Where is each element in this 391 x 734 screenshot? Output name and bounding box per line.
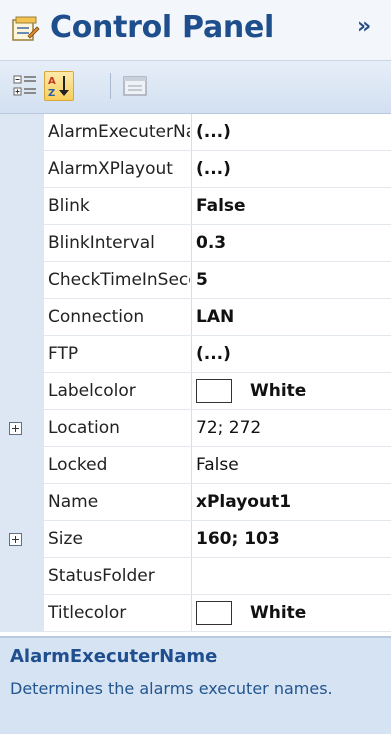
row-gutter: [0, 373, 44, 410]
property-row[interactable]: Labelcolor White: [0, 373, 391, 410]
property-value[interactable]: 72; 272: [196, 410, 391, 446]
property-pages-button[interactable]: [120, 71, 150, 101]
column-divider[interactable]: [191, 151, 192, 188]
title-bar: Control Panel »: [0, 0, 391, 61]
categorized-icon: [13, 75, 36, 96]
column-divider[interactable]: [191, 521, 192, 558]
row-gutter: [0, 595, 44, 632]
color-swatch: [196, 601, 232, 625]
property-value[interactable]: (...): [196, 151, 391, 187]
property-value[interactable]: 160; 103: [196, 521, 391, 557]
property-name: Labelcolor: [48, 381, 136, 401]
column-divider[interactable]: [191, 447, 192, 484]
property-row[interactable]: Titlecolor White: [0, 595, 391, 632]
property-value[interactable]: [196, 558, 391, 594]
property-value[interactable]: White: [196, 373, 391, 409]
row-gutter: [0, 484, 44, 521]
property-row[interactable]: FTP (...): [0, 336, 391, 373]
column-divider[interactable]: [191, 558, 192, 595]
property-name: Locked: [48, 455, 108, 475]
property-row[interactable]: Blink False: [0, 188, 391, 225]
property-row[interactable]: BlinkInterval 0.3: [0, 225, 391, 262]
property-name: CheckTimeInSeconds: [48, 270, 190, 290]
svg-text:A: A: [48, 76, 56, 87]
row-gutter: [0, 410, 44, 447]
property-value[interactable]: xPlayout1: [196, 484, 391, 520]
column-divider[interactable]: [191, 225, 192, 262]
description-pane: AlarmExecuterName Determines the alarms …: [0, 636, 391, 734]
toolbar: A Z: [0, 61, 391, 114]
row-gutter: [0, 151, 44, 188]
panel-title: Control Panel: [50, 10, 274, 45]
property-name: AlarmExecuterName: [48, 122, 190, 142]
property-name: BlinkInterval: [48, 233, 155, 253]
control-panel-icon: [12, 16, 40, 41]
property-value[interactable]: LAN: [196, 299, 391, 335]
property-row[interactable]: Size 160; 103: [0, 521, 391, 558]
expand-plus-icon[interactable]: [9, 422, 22, 435]
property-row[interactable]: StatusFolder: [0, 558, 391, 595]
row-gutter: [0, 114, 44, 151]
property-name: AlarmXPlayout: [48, 159, 173, 179]
column-divider[interactable]: [191, 484, 192, 521]
column-divider[interactable]: [191, 410, 192, 447]
alphabetical-sort-icon: A Z: [48, 76, 69, 99]
row-gutter: [0, 558, 44, 595]
row-gutter: [0, 336, 44, 373]
property-value[interactable]: 5: [196, 262, 391, 298]
expand-plus-icon[interactable]: [9, 533, 22, 546]
alphabetical-sort-button[interactable]: A Z: [44, 71, 74, 101]
property-grid: AlarmExecuterName (...) AlarmXPlayout (...)…: [0, 114, 391, 636]
property-value[interactable]: White: [196, 595, 391, 631]
property-name: StatusFolder: [48, 566, 155, 586]
property-name: Blink: [48, 196, 90, 216]
color-swatch: [196, 379, 232, 403]
column-divider[interactable]: [191, 336, 192, 373]
toolbar-separator: [110, 73, 111, 99]
property-pages-icon: [123, 76, 147, 96]
property-value[interactable]: 0.3: [196, 225, 391, 261]
row-gutter: [0, 188, 44, 225]
property-value[interactable]: False: [196, 188, 391, 224]
row-gutter: [0, 262, 44, 299]
column-divider[interactable]: [191, 262, 192, 299]
column-divider[interactable]: [191, 114, 192, 151]
column-divider[interactable]: [191, 373, 192, 410]
column-divider[interactable]: [191, 595, 192, 632]
property-row[interactable]: AlarmExecuterName (...): [0, 114, 391, 151]
property-name: Size: [48, 529, 83, 549]
property-name: FTP: [48, 344, 79, 364]
property-name: Name: [48, 492, 99, 512]
property-value[interactable]: False: [196, 447, 391, 483]
column-divider[interactable]: [191, 188, 192, 225]
property-row[interactable]: Connection LAN: [0, 299, 391, 336]
color-name: White: [250, 381, 307, 401]
chevron-double-right-icon[interactable]: »: [357, 16, 379, 38]
property-name: Titlecolor: [48, 603, 127, 623]
categorized-button[interactable]: [10, 71, 40, 101]
property-value[interactable]: (...): [196, 114, 391, 150]
property-row[interactable]: Name xPlayout1: [0, 484, 391, 521]
property-name: Connection: [48, 307, 145, 327]
description-title: AlarmExecuterName: [10, 646, 218, 667]
color-name: White: [250, 603, 307, 623]
property-row[interactable]: CheckTimeInSeconds 5: [0, 262, 391, 299]
column-divider[interactable]: [191, 299, 192, 336]
control-panel: Control Panel » A Z AlarmExecuterN (...)…: [0, 0, 391, 734]
row-gutter: [0, 225, 44, 262]
property-row[interactable]: Locked False: [0, 447, 391, 484]
row-gutter: [0, 299, 44, 336]
row-gutter: [0, 447, 44, 484]
description-text: Determines the alarms executer names.: [10, 679, 333, 698]
row-divider: [44, 631, 391, 632]
svg-text:Z: Z: [48, 88, 55, 99]
row-gutter: [0, 521, 44, 558]
property-name: Location: [48, 418, 120, 438]
property-row[interactable]: AlarmXPlayout (...): [0, 151, 391, 188]
property-value[interactable]: (...): [196, 336, 391, 372]
property-row[interactable]: Location 72; 272: [0, 410, 391, 447]
